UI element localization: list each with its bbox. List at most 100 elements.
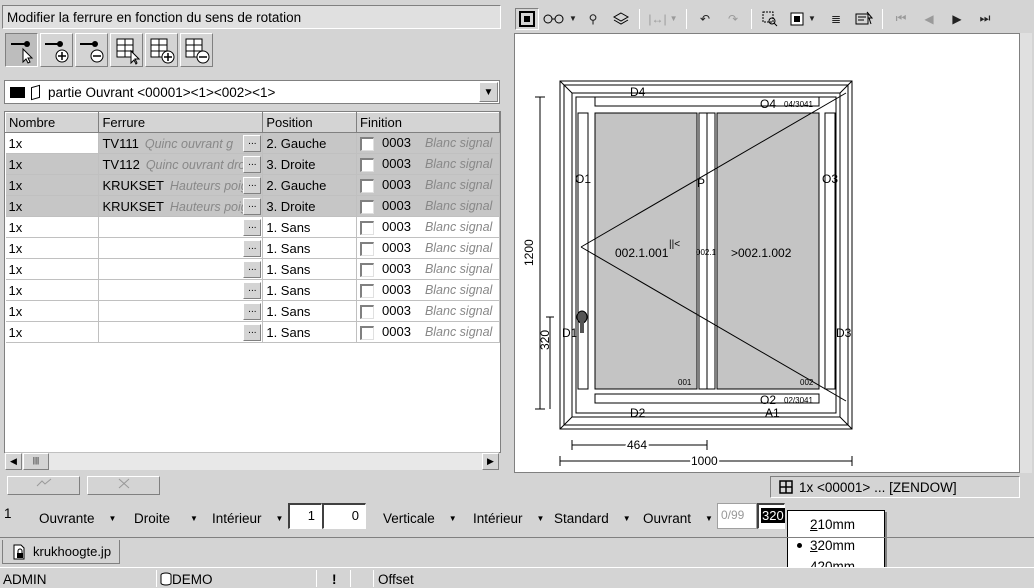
ellipsis-button[interactable]: ... — [243, 324, 262, 341]
table-row[interactable]: 1x... 1. Sans 0003 Blanc signal — [5, 300, 500, 322]
cell-position[interactable]: 3. Droite — [262, 153, 358, 175]
column-nombre[interactable]: Nombre — [5, 112, 100, 133]
cell-ferrure[interactable]: ... — [98, 300, 264, 322]
table-row[interactable]: 1x... 1. Sans 0003 Blanc signal — [5, 279, 500, 301]
table-row[interactable]: 1x... 1. Sans 0003 Blanc signal — [5, 258, 500, 280]
table-row[interactable]: 1x KRUKSET Hauteurs poig... 2. Gauche 0003 Bl… — [5, 174, 500, 196]
snap-icon[interactable]: ▼ — [786, 8, 820, 30]
finish-checkbox[interactable] — [360, 178, 375, 193]
part-selector[interactable]: partie Ouvrant <00001><1><002><1> ▼ — [4, 80, 500, 104]
finish-checkbox[interactable] — [360, 157, 375, 172]
cell-position[interactable]: 1. Sans — [262, 237, 358, 259]
cell-ferrure[interactable]: ... — [98, 216, 264, 238]
finish-checkbox[interactable] — [360, 283, 375, 298]
standard-select[interactable]: Standard ▼ — [554, 503, 631, 533]
cell-finition[interactable]: 0003 Blanc signal — [356, 321, 500, 343]
previous-icon[interactable]: ◀ — [917, 8, 941, 30]
table-row[interactable]: 1x KRUKSET Hauteurs poig... 3. Droite 0003 Bl… — [5, 195, 500, 217]
remove-hardware-button[interactable] — [75, 33, 108, 67]
sash-type-select[interactable]: Ouvrant ▼ — [643, 503, 713, 533]
table-row[interactable]: 1x... 1. Sans 0003 Blanc signal — [5, 321, 500, 343]
redo-icon[interactable]: ↷ — [721, 8, 745, 30]
cancel-button[interactable] — [87, 476, 160, 495]
table-row[interactable]: 1x TV112 Quinc ouvrant droi... 3. Droite 000… — [5, 153, 500, 175]
ellipsis-button[interactable]: ... — [243, 135, 262, 152]
next-icon[interactable]: ▶ — [945, 8, 969, 30]
ellipsis-button[interactable]: ... — [243, 198, 262, 215]
scroll-right-icon[interactable]: ▶ — [482, 453, 499, 470]
add-hardware-button[interactable] — [40, 33, 73, 67]
ellipsis-button[interactable]: ... — [243, 282, 262, 299]
finish-checkbox[interactable] — [360, 304, 375, 319]
side-select[interactable]: Intérieur ▼ — [212, 503, 283, 533]
cell-ferrure[interactable]: TV111 Quinc ouvrant g... — [98, 132, 264, 154]
finish-checkbox[interactable] — [360, 325, 375, 340]
vertical-scrollbar[interactable] — [1020, 33, 1032, 473]
calculate-icon[interactable] — [852, 8, 876, 30]
ellipsis-button[interactable]: ... — [243, 240, 262, 257]
cell-position[interactable]: 1. Sans — [262, 258, 358, 280]
cell-finition[interactable]: 0003 Blanc signal — [356, 300, 500, 322]
cell-finition[interactable]: 0003 Blanc signal — [356, 174, 500, 196]
cell-nombre[interactable]: 1x — [5, 258, 100, 280]
cell-finition[interactable]: 0003 Blanc signal — [356, 258, 500, 280]
cell-nombre[interactable]: 1x — [5, 279, 100, 301]
horizontal-scrollbar[interactable]: ◀ ||| ▶ — [5, 452, 499, 470]
table-row[interactable]: 1x... 1. Sans 0003 Blanc signal — [5, 237, 500, 259]
cell-nombre[interactable]: 1x — [5, 300, 100, 322]
cell-position[interactable]: 2. Gauche — [262, 174, 358, 196]
cell-ferrure[interactable]: ... — [98, 279, 264, 301]
cell-nombre[interactable]: 1x — [5, 174, 100, 196]
column-ferrure[interactable]: Ferrure — [98, 112, 264, 133]
cell-position[interactable]: 1. Sans — [262, 321, 358, 343]
table-row[interactable]: 1x TV111 Quinc ouvrant g... 2. Gauche 0003 Bl… — [5, 132, 500, 154]
cell-nombre[interactable]: 1x — [5, 153, 100, 175]
walking-person-icon[interactable]: ⚲ — [581, 8, 605, 30]
cell-nombre[interactable]: 1x — [5, 195, 100, 217]
cell-finition[interactable]: 0003 Blanc signal — [356, 153, 500, 175]
direction-select[interactable]: Droite ▼ — [134, 503, 198, 533]
cell-ferrure[interactable]: KRUKSET Hauteurs poig... — [98, 174, 264, 196]
layers-icon[interactable] — [609, 8, 633, 30]
cell-ferrure[interactable]: ... — [98, 321, 264, 343]
add-set-button[interactable] — [145, 33, 178, 67]
undo-icon[interactable]: ↶ — [693, 8, 717, 30]
frame-view-icon[interactable] — [515, 7, 539, 30]
select-hardware-button[interactable] — [5, 33, 38, 67]
scroll-left-icon[interactable]: ◀ — [5, 453, 22, 470]
remove-set-button[interactable] — [180, 33, 213, 67]
scroll-thumb[interactable]: ||| — [23, 453, 49, 470]
cell-ferrure[interactable]: KRUKSET Hauteurs poig... — [98, 195, 264, 217]
cell-position[interactable]: 3. Droite — [262, 195, 358, 217]
first-icon[interactable]: ⏮ — [889, 8, 913, 30]
cell-finition[interactable]: 0003 Blanc signal — [356, 195, 500, 217]
align-left-icon[interactable]: ≣ — [824, 8, 848, 30]
dimension-icon[interactable]: |↔| ▼ — [646, 8, 680, 30]
ellipsis-button[interactable]: ... — [243, 156, 262, 173]
finish-checkbox[interactable] — [360, 199, 375, 214]
last-icon[interactable]: ⏭ — [973, 8, 997, 30]
chevron-down-icon[interactable]: ▼ — [479, 82, 498, 102]
apply-button[interactable] — [7, 476, 80, 495]
opening-type-select[interactable]: Ouvrante ▼ — [39, 503, 116, 533]
side-select-2[interactable]: Intérieur ▼ — [473, 503, 544, 533]
cell-nombre[interactable]: 1x — [5, 321, 100, 343]
value-field-2[interactable]: 0 — [322, 503, 366, 529]
glasses-icon[interactable]: ▼ — [543, 8, 577, 30]
cell-nombre[interactable]: 1x — [5, 216, 100, 238]
finish-checkbox[interactable] — [360, 262, 375, 277]
window-drawing[interactable]: D4 D2 A1 O1 O3 D1 D3 P O4 O2 002.1.001 >… — [514, 33, 1020, 473]
tab-krukhoogte[interactable]: krukhoogte.jp — [2, 540, 120, 564]
cell-position[interactable]: 1. Sans — [262, 216, 358, 238]
ellipsis-button[interactable]: ... — [243, 177, 262, 194]
cell-nombre[interactable]: 1x — [5, 237, 100, 259]
finish-checkbox[interactable] — [360, 220, 375, 235]
cell-finition[interactable]: 0003 Blanc signal — [356, 279, 500, 301]
cell-ferrure[interactable]: ... — [98, 237, 264, 259]
column-finition[interactable]: Finition — [356, 112, 500, 133]
cell-position[interactable]: 2. Gauche — [262, 132, 358, 154]
cell-nombre[interactable]: 1x — [5, 132, 100, 154]
ellipsis-button[interactable]: ... — [243, 303, 262, 320]
finish-checkbox[interactable] — [360, 136, 375, 151]
handle-height-field[interactable]: 320 — [757, 503, 785, 529]
